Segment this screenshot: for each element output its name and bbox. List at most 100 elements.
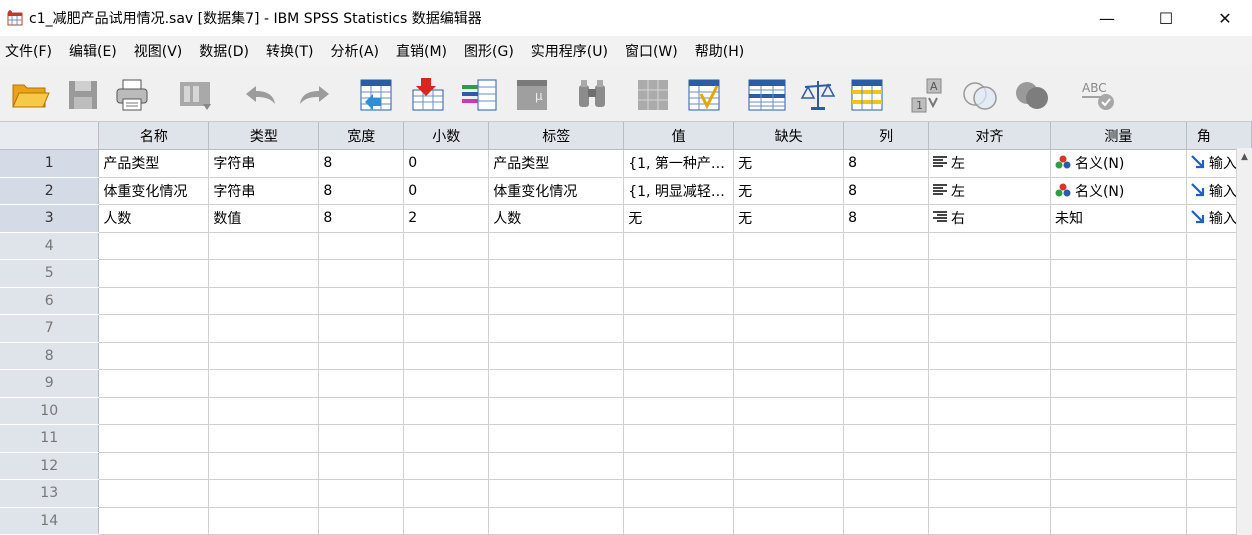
- menu-item-0[interactable]: 文件(F): [0, 41, 64, 61]
- col-header-columns[interactable]: 列: [843, 122, 930, 150]
- empty-cell[interactable]: [733, 479, 845, 508]
- cell-align[interactable]: 左: [928, 177, 1051, 205]
- empty-cell[interactable]: [318, 479, 405, 508]
- empty-cell[interactable]: [733, 507, 845, 535]
- empty-cell[interactable]: [208, 424, 320, 453]
- empty-cell[interactable]: [623, 452, 735, 480]
- empty-cell[interactable]: [623, 314, 735, 343]
- cell-align[interactable]: 左: [928, 149, 1051, 178]
- empty-cell[interactable]: [98, 424, 210, 453]
- row-number[interactable]: 11: [0, 424, 100, 453]
- row-number[interactable]: 6: [0, 287, 100, 315]
- empty-cell[interactable]: [733, 424, 845, 453]
- empty-cell[interactable]: [623, 424, 735, 453]
- cell-measure[interactable]: 名义(N): [1050, 149, 1187, 178]
- cell-label[interactable]: 人数: [488, 204, 625, 233]
- select-cases-icon[interactable]: [847, 75, 887, 115]
- row-number[interactable]: 1: [0, 149, 100, 178]
- goto-case-icon[interactable]: [356, 75, 396, 115]
- empty-cell[interactable]: [928, 232, 1051, 260]
- empty-cell[interactable]: [928, 507, 1051, 535]
- empty-cell[interactable]: [843, 397, 930, 425]
- cell-type[interactable]: 字符串: [208, 149, 320, 178]
- empty-cell[interactable]: [843, 287, 930, 315]
- empty-cell[interactable]: [488, 342, 625, 370]
- cell-columns[interactable]: 8: [843, 149, 930, 178]
- empty-cell[interactable]: [98, 397, 210, 425]
- empty-cell[interactable]: [623, 369, 735, 398]
- empty-cell[interactable]: [1050, 232, 1187, 260]
- empty-cell[interactable]: [928, 479, 1051, 508]
- row-number[interactable]: 8: [0, 342, 100, 370]
- empty-cell[interactable]: [623, 479, 735, 508]
- empty-cell[interactable]: [208, 479, 320, 508]
- cell-label[interactable]: 产品类型: [488, 149, 625, 178]
- cell-missing[interactable]: 无: [733, 177, 845, 205]
- empty-cell[interactable]: [623, 342, 735, 370]
- empty-cell[interactable]: [1050, 259, 1187, 288]
- empty-cell[interactable]: [928, 314, 1051, 343]
- empty-cell[interactable]: [403, 452, 490, 480]
- empty-cell[interactable]: [208, 314, 320, 343]
- empty-cell[interactable]: [318, 369, 405, 398]
- row-number[interactable]: 13: [0, 479, 100, 508]
- empty-cell[interactable]: [98, 452, 210, 480]
- cell-type[interactable]: 字符串: [208, 177, 320, 205]
- empty-cell[interactable]: [843, 232, 930, 260]
- cell-missing[interactable]: 无: [733, 204, 845, 233]
- cell-decimals[interactable]: 0: [403, 149, 490, 178]
- empty-cell[interactable]: [733, 369, 845, 398]
- empty-cell[interactable]: [403, 369, 490, 398]
- empty-cell[interactable]: [928, 259, 1051, 288]
- menu-item-10[interactable]: 帮助(H): [690, 41, 756, 61]
- col-header-decimals[interactable]: 小数: [403, 122, 490, 150]
- empty-cell[interactable]: [843, 452, 930, 480]
- empty-cell[interactable]: [98, 479, 210, 508]
- empty-cell[interactable]: [318, 232, 405, 260]
- empty-cell[interactable]: [1050, 342, 1187, 370]
- empty-cell[interactable]: [318, 342, 405, 370]
- empty-cell[interactable]: [928, 287, 1051, 315]
- col-header-measure[interactable]: 测量: [1050, 122, 1187, 150]
- empty-cell[interactable]: [488, 369, 625, 398]
- empty-cell[interactable]: [403, 397, 490, 425]
- menu-item-2[interactable]: 视图(V): [129, 41, 195, 61]
- empty-cell[interactable]: [928, 452, 1051, 480]
- empty-cell[interactable]: [403, 424, 490, 453]
- cell-width[interactable]: 8: [318, 177, 405, 205]
- empty-cell[interactable]: [488, 424, 625, 453]
- row-number[interactable]: 4: [0, 232, 100, 260]
- vertical-scrollbar[interactable]: ▲: [1236, 148, 1252, 535]
- dialog-recall-icon[interactable]: [176, 75, 216, 115]
- empty-cell[interactable]: [98, 342, 210, 370]
- empty-cell[interactable]: [98, 314, 210, 343]
- use-sets-icon[interactable]: [960, 75, 1000, 115]
- empty-cell[interactable]: [488, 232, 625, 260]
- cell-values[interactable]: {1, 第一种产…: [623, 149, 735, 178]
- empty-cell[interactable]: [733, 259, 845, 288]
- empty-cell[interactable]: [318, 314, 405, 343]
- empty-cell[interactable]: [318, 507, 405, 535]
- close-button[interactable]: ✕: [1196, 0, 1252, 36]
- row-number[interactable]: 5: [0, 259, 100, 288]
- empty-cell[interactable]: [928, 397, 1051, 425]
- empty-cell[interactable]: [733, 452, 845, 480]
- empty-cell[interactable]: [733, 342, 845, 370]
- variables-icon[interactable]: [460, 75, 500, 115]
- empty-cell[interactable]: [843, 342, 930, 370]
- spell-check-icon[interactable]: ABC: [1077, 75, 1117, 115]
- empty-cell[interactable]: [843, 314, 930, 343]
- empty-cell[interactable]: [733, 287, 845, 315]
- col-header-name[interactable]: 名称: [98, 122, 210, 150]
- cell-measure[interactable]: 名义(N): [1050, 177, 1187, 205]
- menu-item-4[interactable]: 转换(T): [261, 41, 325, 61]
- col-header-align[interactable]: 对齐: [928, 122, 1051, 150]
- menu-item-8[interactable]: 实用程序(U): [526, 41, 620, 61]
- empty-cell[interactable]: [98, 369, 210, 398]
- empty-cell[interactable]: [98, 232, 210, 260]
- insert-variable-icon[interactable]: [684, 75, 724, 115]
- empty-cell[interactable]: [403, 342, 490, 370]
- row-number[interactable]: 12: [0, 452, 100, 480]
- weight-cases-icon[interactable]: [798, 75, 838, 115]
- empty-cell[interactable]: [98, 259, 210, 288]
